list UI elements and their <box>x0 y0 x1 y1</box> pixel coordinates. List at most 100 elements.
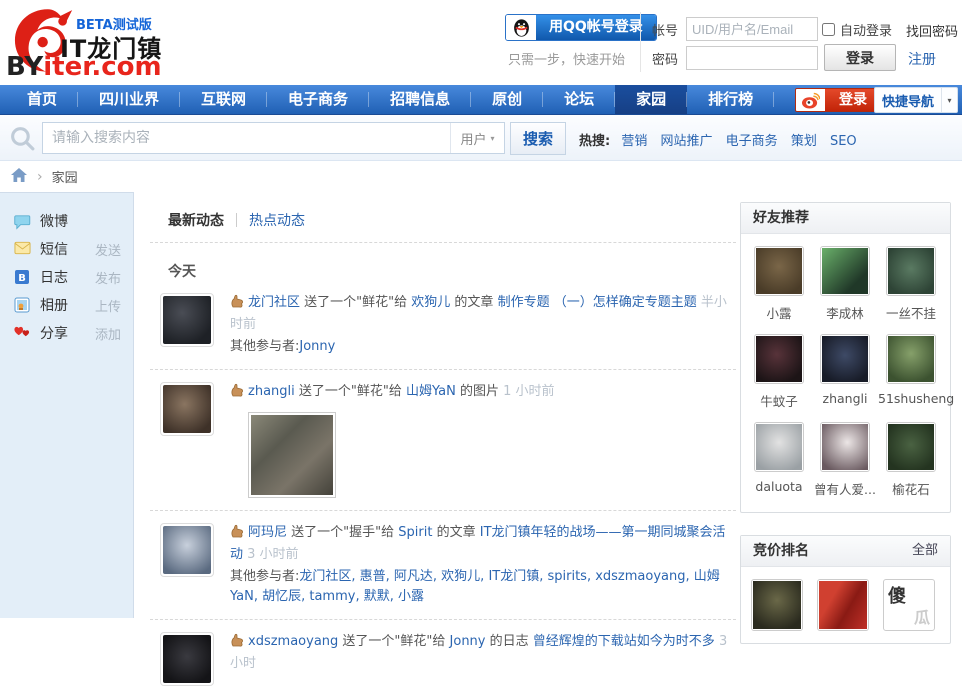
feed-object-title-link[interactable]: 制作专题 （一）怎样确定专题主题 <box>498 295 697 310</box>
nav-item-forum[interactable]: 论坛 <box>543 85 615 114</box>
friend-avatar[interactable] <box>886 246 936 296</box>
participants-links[interactable]: 龙门社区, 惠普, 阿凡达, 欢狗儿, IT龙门镇, spirits, xdsz… <box>230 569 720 604</box>
auto-login-checkbox[interactable] <box>822 23 835 36</box>
nav-item-ranking[interactable]: 排行榜 <box>687 85 774 114</box>
sidebar-item-share[interactable]: 分享 添加 <box>0 319 133 347</box>
nav-item-original[interactable]: 原创 <box>471 85 543 114</box>
hot-keyword-link[interactable]: SEO <box>830 134 857 149</box>
feed-object-title-link[interactable]: 曾经辉煌的下载站如今为时不多 <box>533 634 715 649</box>
tab-latest-activity[interactable]: 最新动态 <box>168 210 224 230</box>
friend-card[interactable]: zhangli <box>812 334 878 410</box>
nav-item-homeland[interactable]: 家园 <box>615 85 687 114</box>
find-password-link[interactable]: 找回密码 <box>906 21 958 40</box>
bidding-image[interactable] <box>751 579 803 631</box>
hot-search: 热搜: 营销 网站推广 电子商务 策划 SEO <box>579 130 866 149</box>
password-input[interactable] <box>686 46 818 70</box>
bidding-all-link[interactable]: 全部 <box>912 536 938 566</box>
feed-object-type: 的文章 <box>454 295 493 310</box>
friend-avatar[interactable] <box>754 246 804 296</box>
friend-panel-title: 好友推荐 <box>753 203 809 233</box>
friend-card[interactable]: 曾有人爱... <box>812 422 878 498</box>
hot-keyword-link[interactable]: 策划 <box>791 134 817 149</box>
breadcrumb-separator <box>28 169 52 185</box>
avatar[interactable] <box>160 293 214 347</box>
nav-item-ecommerce[interactable]: 电子商务 <box>267 85 369 114</box>
breadcrumb-current: 家园 <box>52 167 78 186</box>
sidebar-item-blog[interactable]: B 日志 发布 <box>0 263 133 291</box>
feed-target-link[interactable]: Jonny <box>450 634 486 649</box>
chevron-down-icon[interactable]: ▾ <box>941 88 957 112</box>
friend-name[interactable]: zhangli <box>812 391 878 406</box>
account-input[interactable] <box>686 17 818 41</box>
friend-name[interactable]: 李成林 <box>812 303 878 322</box>
search-button[interactable]: 搜索 <box>510 122 566 155</box>
nav-item-home[interactable]: 首页 <box>6 85 78 114</box>
feed-item: 阿玛尼 送了一个"握手"给 Spirit 的文章 IT龙门镇年轻的战场——第一期… <box>150 511 736 620</box>
friend-name[interactable]: 小露 <box>746 303 812 322</box>
breadcrumb: 家园 <box>0 161 962 192</box>
nav-item-sichuan[interactable]: 四川业界 <box>78 85 180 114</box>
friend-avatar[interactable] <box>820 422 870 472</box>
friend-avatar[interactable] <box>886 334 936 384</box>
friend-avatar[interactable] <box>754 422 804 472</box>
friend-avatar[interactable] <box>820 246 870 296</box>
friend-name[interactable]: 牛蚊子 <box>746 391 812 410</box>
friend-card[interactable]: 李成林 <box>812 246 878 322</box>
feed-actor-link[interactable]: zhangli <box>248 384 295 399</box>
quick-nav-button[interactable]: 快捷导航 ▾ <box>874 87 958 113</box>
friend-card[interactable]: 牛蚊子 <box>746 334 812 410</box>
feed-target-link[interactable]: 山姆YaN <box>406 384 456 399</box>
sidebar-action-link[interactable]: 上传 <box>95 296 121 315</box>
friend-avatar[interactable] <box>886 422 936 472</box>
friend-avatar[interactable] <box>820 334 870 384</box>
site-logo[interactable]: BETA测试版 IT龙门镇 BYiter.com <box>4 2 254 84</box>
feed-actor-link[interactable]: xdszmaoyang <box>248 634 338 649</box>
sidebar-action-link[interactable]: 发布 <box>95 268 121 287</box>
avatar[interactable] <box>160 523 214 577</box>
nav-item-jobs[interactable]: 招聘信息 <box>369 85 471 114</box>
tab-hot-activity[interactable]: 热点动态 <box>249 210 305 230</box>
friend-card[interactable]: 51shusheng <box>878 334 944 410</box>
home-icon[interactable] <box>10 167 28 187</box>
sidebar-item-album[interactable]: 相册 上传 <box>0 291 133 319</box>
feed-actor-link[interactable]: 龙门社区 <box>248 295 300 310</box>
register-link[interactable]: 注册 <box>908 49 936 69</box>
weibo-login-button[interactable]: 登录 <box>795 88 882 112</box>
feed-actor-link[interactable]: 阿玛尼 <box>248 525 287 540</box>
friend-avatar[interactable] <box>754 334 804 384</box>
friend-card[interactable]: 一丝不挂 <box>878 246 944 322</box>
hot-keyword-link[interactable]: 电子商务 <box>726 134 778 149</box>
auto-login-option[interactable]: 自动登录 <box>822 20 892 39</box>
sidebar-action-link[interactable]: 发送 <box>95 240 121 259</box>
friend-name[interactable]: daluota <box>746 479 812 494</box>
sidebar-action-link[interactable]: 添加 <box>95 324 121 343</box>
qq-login-button[interactable]: 用QQ帐号登录 <box>505 14 657 41</box>
feed-target-link[interactable]: Spirit <box>398 525 432 540</box>
sidebar-item-weibo[interactable]: 微博 <box>0 207 133 235</box>
search-input[interactable] <box>43 123 450 153</box>
friend-card[interactable]: daluota <box>746 422 812 498</box>
bidding-image[interactable]: 傻 瓜 <box>883 579 935 631</box>
search-scope-dropdown[interactable]: 用户 ▾ <box>450 123 504 153</box>
sidebar-item-message[interactable]: 短信 发送 <box>0 235 133 263</box>
hot-keyword-link[interactable]: 网站推广 <box>661 134 713 149</box>
friend-name[interactable]: 榆花石 <box>878 479 944 498</box>
hot-keyword-link[interactable]: 营销 <box>621 134 647 149</box>
quick-nav-label: 快捷导航 <box>875 91 941 110</box>
avatar[interactable] <box>160 382 214 436</box>
friend-name[interactable]: 曾有人爱... <box>812 479 878 498</box>
feed-target-link[interactable]: 欢狗儿 <box>411 295 450 310</box>
friend-card[interactable]: 小露 <box>746 246 812 322</box>
page-header: BETA测试版 IT龙门镇 BYiter.com 用QQ帐号登录 只需一步，快速… <box>0 0 962 85</box>
friend-name[interactable]: 51shusheng <box>878 391 944 406</box>
nav-item-internet[interactable]: 互联网 <box>180 85 267 114</box>
friend-card[interactable]: 榆花石 <box>878 422 944 498</box>
avatar[interactable] <box>160 632 214 686</box>
participants-links[interactable]: Jonny <box>299 339 335 354</box>
friend-name[interactable]: 一丝不挂 <box>878 303 944 322</box>
gift-hand-icon <box>230 383 244 404</box>
login-button[interactable]: 登录 <box>824 44 896 71</box>
feed-photo-thumbnail[interactable] <box>248 412 336 498</box>
feed-action-text: 送了一个"鲜花"给 <box>342 634 445 649</box>
bidding-image[interactable] <box>817 579 869 631</box>
